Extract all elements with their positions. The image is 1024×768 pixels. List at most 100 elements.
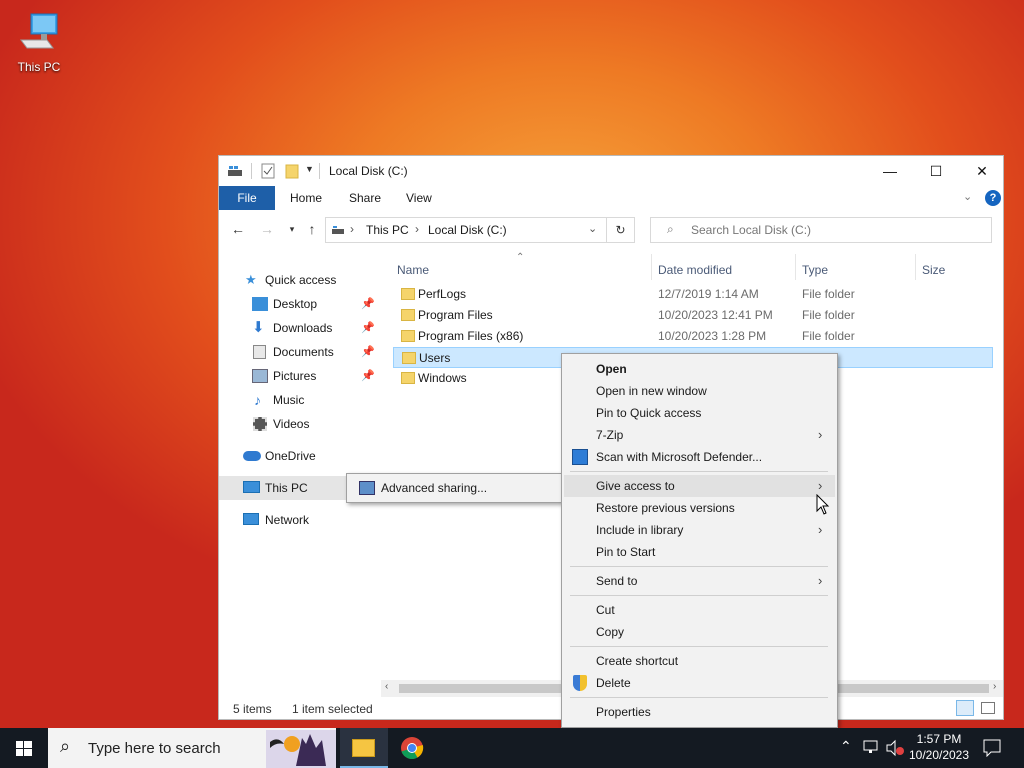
scroll-left-icon[interactable]: ‹ <box>385 681 388 692</box>
forward-button[interactable]: → <box>256 218 278 240</box>
mouse-cursor-icon <box>816 494 830 515</box>
taskbar: ⌕ Type here to search ⌃ 1:57 PM 10/20/20… <box>0 728 1024 768</box>
pin-icon[interactable]: 📌 <box>361 340 375 364</box>
chevron-right-icon: › <box>818 522 823 537</box>
address-bar[interactable]: › This PC › Local Disk (C:) ⌄ <box>325 217 607 243</box>
navigation-pane: ★ Quick access Desktop 📌 ⬇ Downloads 📌 D… <box>219 266 381 646</box>
nav-network[interactable]: Network <box>219 508 379 532</box>
column-header-type[interactable]: Type <box>802 260 828 280</box>
pin-icon[interactable]: 📌 <box>361 292 375 316</box>
close-button[interactable]: ✕ <box>959 156 1005 186</box>
menu-item-copy[interactable]: Copy <box>564 621 835 643</box>
column-header-name[interactable]: Name <box>397 260 429 280</box>
menu-item-cut[interactable]: Cut <box>564 599 835 621</box>
selection-count: 1 item selected <box>292 702 373 716</box>
large-icons-view-icon[interactable] <box>981 702 995 714</box>
nav-desktop[interactable]: Desktop 📌 <box>219 292 379 316</box>
help-button[interactable]: ? <box>985 190 1001 206</box>
customize-toolbar-icon[interactable]: ▼ <box>305 164 314 174</box>
pin-icon[interactable]: 📌 <box>361 316 375 340</box>
breadcrumb-local-disk[interactable]: Local Disk (C:) <box>428 223 507 237</box>
file-row[interactable]: Program Files (x86) 10/20/2023 1:28 PM F… <box>393 326 993 347</box>
menu-item-properties[interactable]: Properties <box>564 701 835 723</box>
folder-icon <box>401 372 415 384</box>
menu-item-pin-quick-access[interactable]: Pin to Quick access <box>564 402 835 424</box>
taskbar-app-chrome[interactable] <box>388 728 436 768</box>
title-bar[interactable]: ▼ Local Disk (C:) — ☐ ✕ <box>219 156 1003 186</box>
tab-home[interactable]: Home <box>290 186 322 210</box>
menu-item-pin-start[interactable]: Pin to Start <box>564 541 835 563</box>
file-date: 12/7/2019 1:14 AM <box>658 287 759 301</box>
nav-quick-access[interactable]: ★ Quick access <box>219 268 379 292</box>
halloween-search-highlight-icon <box>266 730 336 768</box>
taskbar-app-file-explorer[interactable] <box>340 728 388 768</box>
nav-pictures[interactable]: Pictures 📌 <box>219 364 379 388</box>
nav-label: Music <box>273 393 305 407</box>
maximize-button[interactable]: ☐ <box>913 156 959 186</box>
tab-file[interactable]: File <box>219 186 275 210</box>
shield-icon <box>573 675 587 691</box>
scroll-right-icon[interactable]: › <box>993 681 996 692</box>
chevron-right-icon: › <box>818 573 823 588</box>
menu-item-advanced-sharing[interactable]: Advanced sharing... <box>381 481 487 495</box>
file-date: 10/20/2023 12:41 PM <box>658 308 773 322</box>
file-row[interactable]: PerfLogs 12/7/2019 1:14 AM File folder <box>393 284 993 305</box>
desktop-icon <box>252 297 268 311</box>
refresh-button[interactable]: ↻ <box>607 217 635 243</box>
nav-this-pc[interactable]: This PC <box>219 476 347 500</box>
column-separator[interactable] <box>651 254 652 280</box>
nav-videos[interactable]: Videos <box>219 412 379 436</box>
column-header-size[interactable]: Size <box>922 260 945 280</box>
menu-item-include-library[interactable]: Include in library › <box>564 519 835 541</box>
up-button[interactable]: ↑ <box>301 218 323 240</box>
network-icon <box>243 513 259 525</box>
minimize-button[interactable]: — <box>867 156 913 186</box>
nav-music[interactable]: ♪ Music <box>219 388 379 412</box>
menu-item-7zip[interactable]: 7-Zip › <box>564 424 835 446</box>
menu-item-restore-versions[interactable]: Restore previous versions <box>564 497 835 519</box>
column-header-date[interactable]: Date modified <box>658 260 732 280</box>
taskbar-search-box[interactable]: ⌕ Type here to search <box>48 728 336 768</box>
column-separator[interactable] <box>795 254 796 280</box>
menu-item-scan-defender[interactable]: Scan with Microsoft Defender... <box>564 446 835 468</box>
nav-label: Desktop <box>273 297 318 311</box>
menu-item-create-shortcut[interactable]: Create shortcut <box>564 650 835 672</box>
menu-item-give-access[interactable]: Give access to › <box>564 475 835 497</box>
file-row[interactable]: Program Files 10/20/2023 12:41 PM File f… <box>393 305 993 326</box>
expand-ribbon-icon[interactable]: ⌄ <box>963 190 972 203</box>
nav-documents[interactable]: Documents 📌 <box>219 340 379 364</box>
details-view-icon[interactable] <box>956 700 974 716</box>
properties-icon[interactable] <box>261 163 275 179</box>
nav-label: Downloads <box>273 321 333 335</box>
menu-item-delete[interactable]: Delete <box>564 672 835 694</box>
back-button[interactable]: ← <box>227 218 249 240</box>
network-status-icon[interactable] <box>863 740 879 754</box>
give-access-submenu: Advanced sharing... <box>346 473 562 503</box>
address-dropdown-icon[interactable]: ⌄ <box>588 222 597 235</box>
nav-label: Pictures <box>273 369 317 383</box>
drive-icon <box>228 166 242 176</box>
menu-item-open-new-window[interactable]: Open in new window <box>564 380 835 402</box>
tab-view[interactable]: View <box>406 186 432 210</box>
recent-locations-icon[interactable]: ▾ <box>281 218 303 240</box>
taskbar-clock[interactable]: 1:57 PM 10/20/2023 <box>900 731 978 763</box>
search-input[interactable]: ⌕ Search Local Disk (C:) <box>650 217 992 243</box>
menu-item-open[interactable]: Open <box>564 358 835 380</box>
column-separator[interactable] <box>915 254 916 280</box>
menu-item-send-to[interactable]: Send to › <box>564 570 835 592</box>
start-button[interactable] <box>0 728 48 768</box>
menu-separator <box>570 646 828 647</box>
tab-share[interactable]: Share <box>349 186 381 210</box>
nav-downloads[interactable]: ⬇ Downloads 📌 <box>219 316 379 340</box>
windows-logo-icon <box>16 741 32 756</box>
nav-onedrive[interactable]: OneDrive <box>219 444 379 468</box>
show-hidden-icons-icon[interactable]: ⌃ <box>840 738 852 755</box>
desktop-icon-label: This PC <box>17 60 61 74</box>
notification-icon[interactable] <box>983 739 1001 757</box>
breadcrumb-this-pc[interactable]: This PC <box>366 223 409 237</box>
context-menu: Open Open in new window Pin to Quick acc… <box>561 353 838 728</box>
new-folder-icon[interactable] <box>285 163 299 179</box>
music-icon: ♪ <box>254 392 261 408</box>
pin-icon[interactable]: 📌 <box>361 364 375 388</box>
desktop-icon-this-pc[interactable]: This PC <box>10 8 68 76</box>
